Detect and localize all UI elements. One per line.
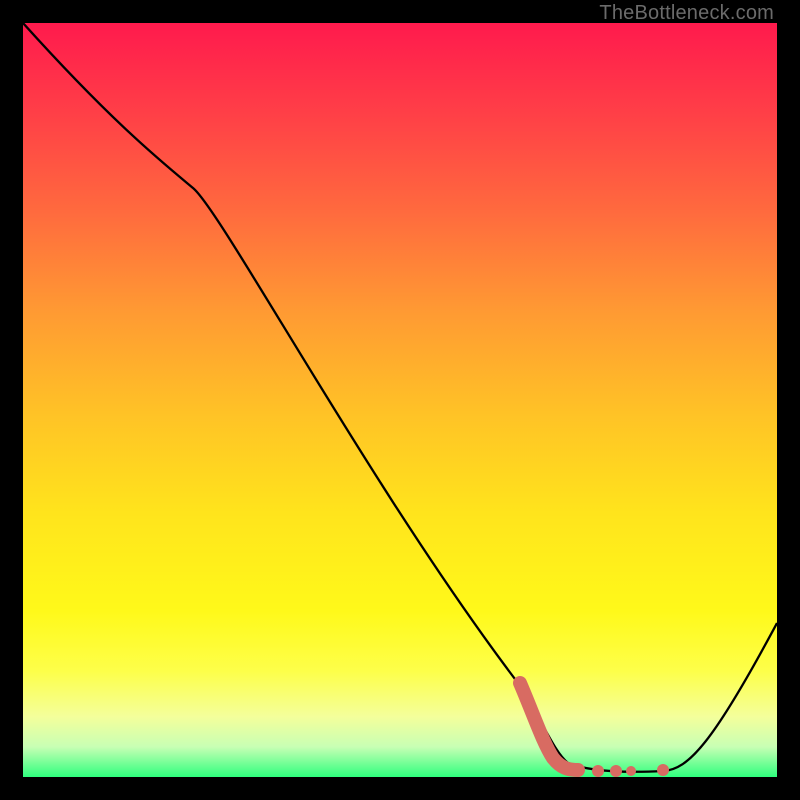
chart-frame (23, 23, 777, 777)
bottleneck-curve (23, 23, 777, 772)
highlight-zone (520, 683, 578, 770)
chart-svg (23, 23, 777, 777)
attribution-text: TheBottleneck.com (599, 2, 774, 25)
highlight-dots (592, 764, 669, 777)
